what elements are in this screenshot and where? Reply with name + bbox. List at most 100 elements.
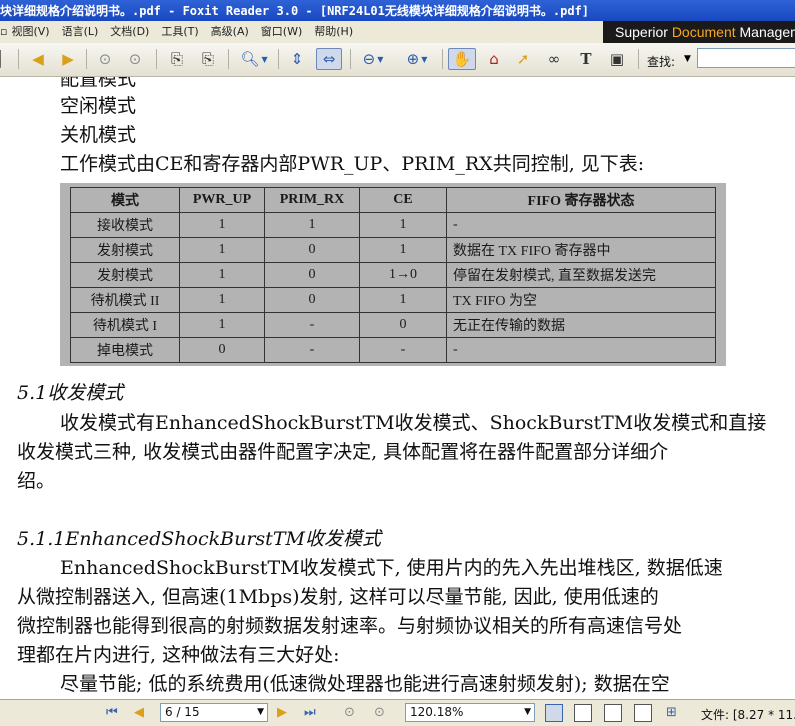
- text-line: 尽量节能; 低的系统费用(低速微处理器也能进行高速射频发射); 数据在空: [60, 673, 670, 695]
- brand-prefix: Superior: [615, 24, 672, 40]
- table-cell: TX FIFO 为空: [446, 287, 716, 313]
- toolbar-separator: [350, 49, 351, 69]
- table-cell: -: [359, 337, 447, 363]
- next-page-icon[interactable]: ▶: [58, 48, 78, 70]
- text-line: 收发模式三种, 收发模式由器件配置字决定, 具体配置将在器件配置部分详细介: [17, 441, 669, 463]
- menu-language[interactable]: 语言(L): [62, 25, 99, 38]
- table-cell: 1: [179, 212, 265, 238]
- table-row: 待机模式 II 1 0 1 TX FIFO 为空: [70, 287, 716, 313]
- fit-page-icon[interactable]: ⇕: [286, 48, 308, 70]
- table-cell: 1: [264, 212, 360, 238]
- find-binoculars-icon[interactable]: ∞: [542, 48, 566, 70]
- table-cell: 0: [179, 337, 265, 363]
- zoom-dropdown-icon[interactable]: ▼: [524, 704, 531, 721]
- table-cell: 发射模式: [70, 237, 180, 263]
- menu-window[interactable]: 窗口(W): [261, 25, 302, 38]
- table-cell: 1: [359, 287, 447, 313]
- zoom-level: 120.18%: [410, 705, 464, 719]
- rotate-right-icon[interactable]: ⎘: [197, 48, 219, 70]
- table-cell: 发射模式: [70, 262, 180, 288]
- zoom-in-tool-icon[interactable]: 🔍︎ ▼: [236, 48, 272, 70]
- mode-table: 模式 PWR_UP PRIM_RX CE FIFO 寄存器状态 接收模式 1 1…: [70, 187, 716, 363]
- table-cell: 1→0: [359, 262, 447, 288]
- text-line: 微控制器也能得到很高的射频数据发射速率。与射频协议相关的所有高速信号处: [17, 615, 683, 637]
- document-view[interactable]: 配置模式 空闲模式 关机模式 工作模式由CE和寄存器内部PWR_UP、PRIM_…: [0, 77, 795, 699]
- menu-document[interactable]: 文档(D): [110, 25, 149, 38]
- section-heading: 5.1收发模式: [17, 382, 124, 404]
- table-header: PWR_UP: [179, 187, 265, 213]
- brand-banner: Superior Document Management: [603, 21, 795, 43]
- table-cell: -: [446, 212, 716, 238]
- previous-page-icon[interactable]: ◀: [28, 48, 48, 70]
- back-icon[interactable]: ⊙: [94, 48, 116, 70]
- table-header: FIFO 寄存器状态: [446, 187, 716, 213]
- table-row: 待机模式 I 1 - 0 无正在传输的数据: [70, 312, 716, 338]
- table-cell: 0: [264, 237, 360, 263]
- hand-tool-icon[interactable]: ✋: [448, 48, 476, 70]
- table-cell: 1: [179, 237, 265, 263]
- first-page-icon[interactable]: ⏮: [106, 705, 118, 720]
- split-view-icon[interactable]: ⊞: [666, 705, 677, 720]
- brand-suffix: Management: [739, 24, 795, 40]
- status-back-icon[interactable]: ⊙: [344, 705, 355, 720]
- find-input[interactable]: [697, 48, 795, 68]
- window-title: 块详细规格介绍说明书。.pdf - Foxit Reader 3.0 - [NR…: [0, 4, 589, 18]
- brand-accent: Document: [671, 24, 736, 40]
- text-line: 理都在片内进行, 这种做法有三大好处:: [17, 644, 340, 666]
- select-text-icon[interactable]: ⌂: [482, 48, 506, 70]
- status-next-page-icon[interactable]: ▶: [277, 705, 287, 720]
- table-cell: 待机模式 II: [70, 287, 180, 313]
- rotate-left-icon[interactable]: ⎘: [166, 48, 188, 70]
- text-line: 工作模式由CE和寄存器内部PWR_UP、PRIM_RX共同控制, 见下表:: [60, 153, 645, 175]
- status-forward-icon[interactable]: ⊙: [374, 705, 385, 720]
- zoom-in-icon[interactable]: ⊕ ▼: [400, 48, 434, 70]
- table-cell: 0: [264, 287, 360, 313]
- toolbar-separator: [228, 49, 229, 69]
- menu-tools[interactable]: 工具(T): [161, 25, 198, 38]
- toolbar-separator: [442, 49, 443, 69]
- typewriter-icon[interactable]: T: [574, 48, 598, 70]
- title-bar: 块详细规格介绍说明书。.pdf - Foxit Reader 3.0 - [NR…: [0, 0, 795, 21]
- last-page-icon[interactable]: ⏭: [304, 705, 316, 720]
- table-cell: 1: [179, 262, 265, 288]
- zoom-level-field[interactable]: 120.18% ▼: [405, 703, 535, 722]
- table-cell: 待机模式 I: [70, 312, 180, 338]
- continuous-facing-view-icon[interactable]: [634, 704, 652, 722]
- page-number: 6 / 15: [165, 705, 200, 719]
- forward-icon[interactable]: ⊙: [124, 48, 146, 70]
- page-dropdown-icon[interactable]: ▼: [257, 704, 264, 721]
- status-previous-page-icon[interactable]: ◀: [134, 705, 144, 720]
- text-line: 关机模式: [60, 124, 137, 146]
- table-header: 模式: [70, 187, 180, 213]
- text-line: EnhancedShockBurstTM收发模式下, 使用片内的先入先出堆栈区,…: [60, 557, 723, 579]
- table-header: CE: [359, 187, 447, 213]
- table-cell: 接收模式: [70, 212, 180, 238]
- find-options-dropdown-icon[interactable]: ▼: [684, 54, 691, 64]
- table-row: 掉电模式 0 - - -: [70, 337, 716, 363]
- snapshot-icon[interactable]: ▣: [604, 48, 630, 70]
- table-cell: 0: [359, 312, 447, 338]
- text-line: 空闲模式: [60, 95, 137, 117]
- menu-view[interactable]: 视图(V): [11, 25, 49, 38]
- continuous-view-icon[interactable]: [574, 704, 592, 722]
- toolbar-separator: [18, 49, 19, 69]
- facing-view-icon[interactable]: [604, 704, 622, 722]
- menu-overflow-icon[interactable]: ▫: [0, 25, 7, 38]
- single-page-view-icon[interactable]: [545, 704, 563, 722]
- table-cell: -: [264, 312, 360, 338]
- status-bar: ⏮ ◀ 6 / 15 ▼ ▶ ⏭ ⊙ ⊙ 120.18% ▼ ⊞ 文件: [8.27…: [0, 699, 795, 726]
- page-number-field[interactable]: 6 / 15 ▼: [160, 703, 268, 722]
- toolbar: ▏ ◀ ▶ ⊙ ⊙ ⎘ ⎘ 🔍︎ ▼ ⇕ ⇔ ⊖ ▼ ⊕ ▼ ✋ ⌂ ➚ ∞ T ▣ …: [0, 43, 795, 77]
- menu-advanced[interactable]: 高级(A): [211, 25, 249, 38]
- text-line: 配置模式: [60, 77, 137, 90]
- text-line: 收发模式有EnhancedShockBurstTM收发模式、ShockBurst…: [60, 412, 767, 434]
- table-header: PRIM_RX: [264, 187, 360, 213]
- menu-help[interactable]: 帮助(H): [314, 25, 353, 38]
- table-cell: 无正在传输的数据: [446, 312, 716, 338]
- table-row: 接收模式 1 1 1 -: [70, 212, 716, 238]
- pointer-icon[interactable]: ➚: [512, 48, 534, 70]
- table-cell: 1: [179, 287, 265, 313]
- fit-width-icon[interactable]: ⇔: [316, 48, 342, 70]
- zoom-out-icon[interactable]: ⊖ ▼: [356, 48, 390, 70]
- toolbar-separator: [278, 49, 279, 69]
